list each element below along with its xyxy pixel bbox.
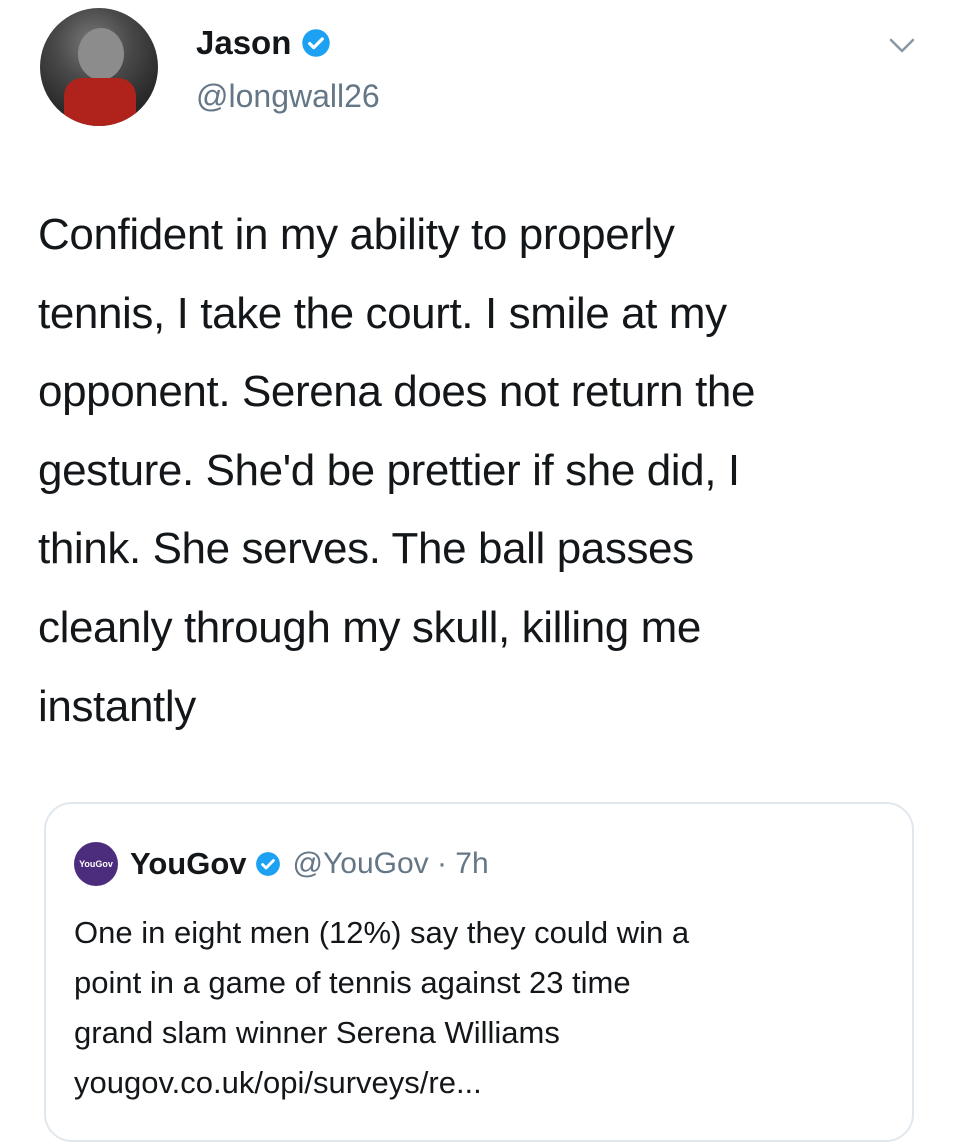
yougov-logo[interactable]: YouGov xyxy=(74,842,118,886)
tweet-text: Confident in my ability to properly tenn… xyxy=(38,210,756,731)
quoted-tweet-header: YouGov YouGov @YouGov · 7h xyxy=(74,842,489,886)
verified-badge-icon xyxy=(255,852,280,876)
author-name-row: Jason xyxy=(196,24,331,62)
author-handle[interactable]: @longwall26 xyxy=(196,78,380,115)
author-name[interactable]: Jason xyxy=(196,24,291,62)
avatar-shirt xyxy=(64,78,136,126)
verified-badge-icon xyxy=(302,29,331,57)
avatar-face xyxy=(78,28,124,80)
tweet-card: Jason @longwall26 Confident in my abilit… xyxy=(0,0,954,1142)
chevron-down-icon[interactable] xyxy=(888,36,916,56)
quoted-author-name[interactable]: YouGov xyxy=(130,846,247,882)
quoted-tweet[interactable]: YouGov YouGov @YouGov · 7h One in eight … xyxy=(44,802,914,1142)
quoted-author-meta: @YouGov · 7h xyxy=(292,847,489,880)
quoted-tweet-text: One in eight men (12%) say they could wi… xyxy=(74,915,690,1100)
yougov-logo-text: YouGov xyxy=(79,859,113,869)
author-avatar[interactable] xyxy=(40,8,158,126)
